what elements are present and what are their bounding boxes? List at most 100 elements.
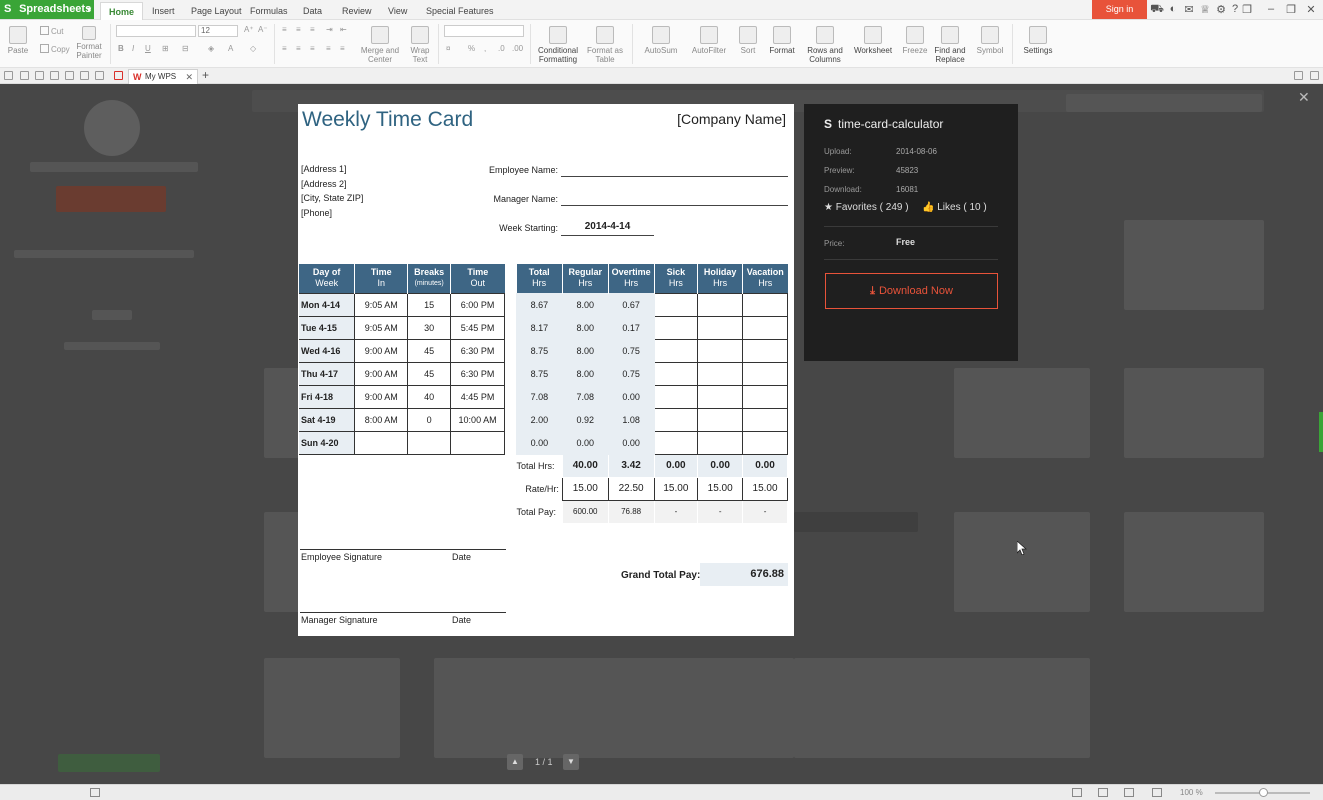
restore-window-icon[interactable]: ❐ xyxy=(1240,3,1254,16)
search-icon xyxy=(941,26,959,44)
open-icon[interactable] xyxy=(4,71,13,80)
format-as-table-button[interactable]: Format as Table xyxy=(584,26,626,64)
tab-special-features[interactable]: Special Features xyxy=(426,2,494,20)
align-middle-icon[interactable]: ≡ xyxy=(296,25,301,34)
fill-color-icon[interactable]: ◈ xyxy=(208,44,214,53)
undo-icon[interactable] xyxy=(80,71,89,80)
close-window-icon[interactable]: ✕ xyxy=(1304,3,1318,16)
tab-insert[interactable]: Insert xyxy=(152,2,175,20)
autosum-button[interactable]: AutoSum xyxy=(640,26,682,55)
table-style-icon xyxy=(596,26,614,44)
shirt-icon[interactable]: ♕ xyxy=(1198,3,1212,16)
zoom-slider-handle[interactable] xyxy=(1259,788,1268,797)
copy-button[interactable]: Copy xyxy=(40,44,70,54)
clear-format-icon[interactable]: ◇ xyxy=(250,44,256,53)
table-row: 7.08 7.08 0.00 xyxy=(516,384,788,409)
normal-view-icon[interactable] xyxy=(1072,788,1082,797)
align-right-icon[interactable]: ≡ xyxy=(310,44,315,53)
tab-menu-icon[interactable] xyxy=(1310,71,1319,80)
gear-icon[interactable]: ⚙ xyxy=(1214,3,1228,16)
tab-formulas[interactable]: Formulas xyxy=(250,2,288,20)
bold-icon[interactable]: B xyxy=(118,44,124,53)
mail-icon[interactable]: ✉ xyxy=(1182,3,1196,16)
app-menu-button[interactable]: S Spreadsheets ▾ xyxy=(0,0,94,19)
increase-decimal-icon[interactable]: .0 xyxy=(498,44,505,53)
align-bottom-icon[interactable]: ≡ xyxy=(310,25,315,34)
justify-icon[interactable]: ≡ xyxy=(326,44,331,53)
page-layout-view-icon[interactable] xyxy=(1124,788,1134,797)
underline-icon[interactable]: U xyxy=(145,44,151,53)
next-page-icon[interactable]: ▼ xyxy=(563,754,579,770)
side-panel-handle[interactable] xyxy=(1319,412,1323,452)
customize-icon[interactable] xyxy=(114,71,123,80)
download-now-button[interactable]: ⤓ Download Now xyxy=(825,273,998,309)
align-center-icon[interactable]: ≡ xyxy=(296,44,301,53)
sort-button[interactable]: Sort xyxy=(736,26,760,55)
rows-columns-button[interactable]: Rows and Columns xyxy=(804,26,846,64)
save-icon[interactable] xyxy=(20,71,29,80)
cut-button[interactable]: Cut xyxy=(40,26,63,36)
outdent-icon[interactable]: ⇤ xyxy=(340,25,347,34)
header-sick-hrs: Sick Hrs xyxy=(654,264,699,293)
save-as-icon[interactable] xyxy=(35,71,44,80)
currency-icon[interactable]: ¤ xyxy=(446,44,450,53)
tab-page-layout[interactable]: Page Layout xyxy=(191,2,242,20)
decrease-decimal-icon[interactable]: .00 xyxy=(512,44,523,53)
redo-icon[interactable] xyxy=(95,71,104,80)
merge-center-button[interactable]: Merge and Center xyxy=(358,26,402,64)
close-tab-icon[interactable]: ✕ xyxy=(185,70,193,84)
reading-mode-icon[interactable] xyxy=(1152,788,1162,797)
font-size-select[interactable]: 12 xyxy=(198,25,238,37)
skin-icon[interactable]: ◐ xyxy=(1166,3,1180,15)
wrap-text-button[interactable]: Wrap Text xyxy=(404,26,436,64)
align-left-icon[interactable]: ≡ xyxy=(282,44,287,53)
tab-home[interactable]: Home xyxy=(100,2,144,20)
symbol-button[interactable]: Symbol xyxy=(972,26,1008,55)
paste-button[interactable]: Paste xyxy=(4,26,32,55)
cart-icon[interactable]: ⛟ xyxy=(1150,3,1164,17)
indent-icon[interactable]: ⇥ xyxy=(326,25,333,34)
freeze-button[interactable]: Freeze xyxy=(900,26,930,55)
close-modal-icon[interactable]: ✕ xyxy=(1298,89,1310,106)
worksheet-button[interactable]: Worksheet xyxy=(850,26,896,55)
print-icon[interactable] xyxy=(50,71,59,80)
macro-icon[interactable] xyxy=(90,788,100,797)
header-holiday-hrs: Holiday Hrs xyxy=(697,264,744,293)
maximize-icon[interactable]: ❐ xyxy=(1284,3,1298,16)
number-format-select[interactable] xyxy=(444,25,524,37)
font-color-icon[interactable]: A xyxy=(228,44,233,53)
conditional-formatting-button[interactable]: Conditional Formatting xyxy=(534,26,582,64)
sign-in-button[interactable]: Sign in xyxy=(1092,0,1147,19)
favorites-button[interactable]: ★ Favorites ( 249 ) xyxy=(824,202,909,213)
settings-icon xyxy=(1029,26,1047,44)
align-top-icon[interactable]: ≡ xyxy=(282,25,287,34)
autofilter-button[interactable]: AutoFilter xyxy=(686,26,732,55)
tab-list-icon[interactable] xyxy=(1294,71,1303,80)
percent-icon[interactable]: % xyxy=(468,44,475,53)
tab-view[interactable]: View xyxy=(388,2,407,20)
print-preview-icon[interactable] xyxy=(65,71,74,80)
minimize-icon[interactable]: – xyxy=(1264,3,1278,15)
font-name-select[interactable] xyxy=(116,25,196,37)
page-break-view-icon[interactable] xyxy=(1098,788,1108,797)
distributed-icon[interactable]: ≡ xyxy=(340,44,345,53)
decrease-font-icon[interactable]: A⁻ xyxy=(258,25,268,34)
conditional-format-icon xyxy=(549,26,567,44)
tab-data[interactable]: Data xyxy=(303,2,322,20)
italic-icon[interactable]: I xyxy=(132,44,134,53)
previous-page-icon[interactable]: ▲ xyxy=(507,754,523,770)
tab-my-wps[interactable]: W My WPS ✕ xyxy=(128,69,198,84)
new-tab-icon[interactable]: + xyxy=(202,68,209,82)
comma-icon[interactable]: , xyxy=(484,44,486,53)
tab-review[interactable]: Review xyxy=(342,2,372,20)
merge-cells-icon[interactable]: ⊟ xyxy=(182,44,189,53)
settings-button[interactable]: Settings xyxy=(1018,26,1058,55)
borders-icon[interactable]: ⊞ xyxy=(162,44,169,53)
find-replace-button[interactable]: Find and Replace xyxy=(932,26,968,64)
increase-font-icon[interactable]: A⁺ xyxy=(244,25,254,34)
format-painter-button[interactable]: Format Painter xyxy=(72,26,106,60)
format-button[interactable]: Format xyxy=(764,26,800,55)
wrap-icon xyxy=(411,26,429,44)
header-overtime-hrs: Overtime Hrs xyxy=(608,264,655,293)
likes-button[interactable]: 👍 Likes ( 10 ) xyxy=(922,202,987,213)
